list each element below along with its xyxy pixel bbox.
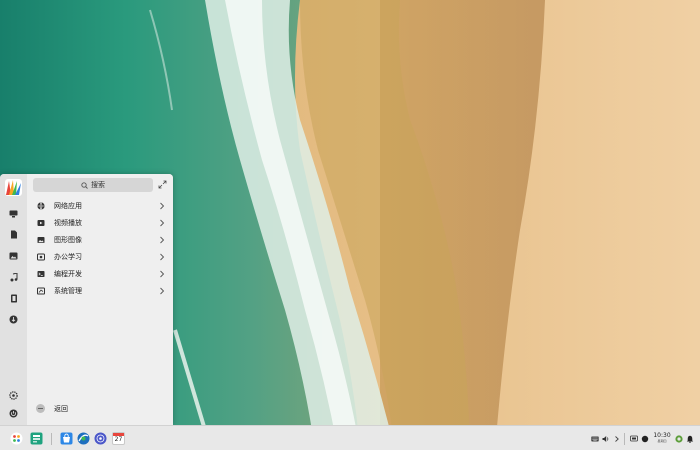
- taskbar: 27 10:30 星期四: [0, 425, 700, 450]
- category-label: 办公学习: [54, 253, 82, 261]
- chevron-right-icon: [160, 253, 165, 261]
- chevron-right-icon: [160, 202, 165, 210]
- clock-time: 10:30: [653, 432, 671, 439]
- chevron-right-icon: [160, 287, 165, 295]
- search-icon: [81, 181, 88, 189]
- music-icon[interactable]: [8, 272, 19, 283]
- clock[interactable]: 10:30 星期四: [651, 432, 673, 444]
- image-icon: [37, 237, 45, 243]
- os-logo-icon[interactable]: [5, 179, 22, 196]
- keyboard-icon[interactable]: [591, 435, 599, 443]
- picture-icon[interactable]: [8, 250, 19, 261]
- chevron-right-icon: [160, 219, 165, 227]
- search-placeholder: 搜索: [91, 181, 105, 189]
- video-icon: [37, 220, 45, 226]
- settings-icon[interactable]: [8, 390, 19, 401]
- terminal-icon: [37, 271, 45, 277]
- calendar-day: 27: [114, 436, 123, 443]
- globe-icon: [37, 202, 45, 210]
- category-item-video[interactable]: 视频播放: [27, 215, 173, 232]
- tray-chevron-icon[interactable]: [613, 435, 621, 443]
- category-label: 编程开发: [54, 270, 82, 278]
- clock-weekday: 星期四: [657, 439, 667, 443]
- category-list: 网络应用 视频播放 图形图像 办公学习 编程开发 系统管理: [27, 198, 173, 300]
- back-button[interactable]: 返回: [27, 402, 173, 416]
- screen-icon[interactable]: [630, 435, 638, 443]
- category-item-system[interactable]: 系统管理: [27, 283, 173, 300]
- fullscreen-toggle-icon[interactable]: [158, 180, 167, 189]
- category-label: 网络应用: [54, 202, 82, 210]
- category-label: 视频播放: [54, 219, 82, 227]
- network-status-icon[interactable]: [675, 435, 683, 443]
- notification-dot-icon[interactable]: [641, 435, 649, 443]
- chevron-right-icon: [160, 236, 165, 244]
- bell-icon[interactable]: [686, 435, 694, 443]
- taskbar-separator: [51, 433, 52, 445]
- category-label: 图形图像: [54, 236, 82, 244]
- category-item-office[interactable]: 办公学习: [27, 249, 173, 266]
- music-player-icon[interactable]: [94, 432, 107, 445]
- category-item-graphics[interactable]: 图形图像: [27, 232, 173, 249]
- app-store-icon[interactable]: [60, 432, 73, 445]
- back-icon: [36, 404, 45, 413]
- browser-icon[interactable]: [77, 432, 90, 445]
- download-icon[interactable]: [8, 314, 19, 325]
- multitask-icon[interactable]: [30, 432, 43, 445]
- launcher-panel: 搜索 网络应用 视频播放 图形图像 办公学习 编程开发 系统管理 返回: [27, 174, 173, 425]
- launcher-sidebar: [0, 174, 27, 425]
- tray-separator: [624, 433, 625, 445]
- back-label: 返回: [54, 405, 68, 413]
- launcher-icon[interactable]: [10, 432, 23, 445]
- monitor-icon[interactable]: [8, 208, 19, 219]
- category-item-network[interactable]: 网络应用: [27, 198, 173, 215]
- office-icon: [37, 253, 45, 261]
- power-icon[interactable]: [8, 408, 19, 419]
- category-label: 系统管理: [54, 287, 82, 295]
- system-icon: [37, 287, 45, 295]
- volume-icon[interactable]: [602, 435, 610, 443]
- calendar-icon[interactable]: 27: [112, 432, 125, 445]
- category-item-development[interactable]: 编程开发: [27, 266, 173, 283]
- search-input[interactable]: 搜索: [33, 178, 153, 192]
- video-file-icon[interactable]: [8, 293, 19, 304]
- document-icon[interactable]: [8, 229, 19, 240]
- start-menu: 搜索 网络应用 视频播放 图形图像 办公学习 编程开发 系统管理 返回: [0, 174, 173, 425]
- chevron-right-icon: [160, 270, 165, 278]
